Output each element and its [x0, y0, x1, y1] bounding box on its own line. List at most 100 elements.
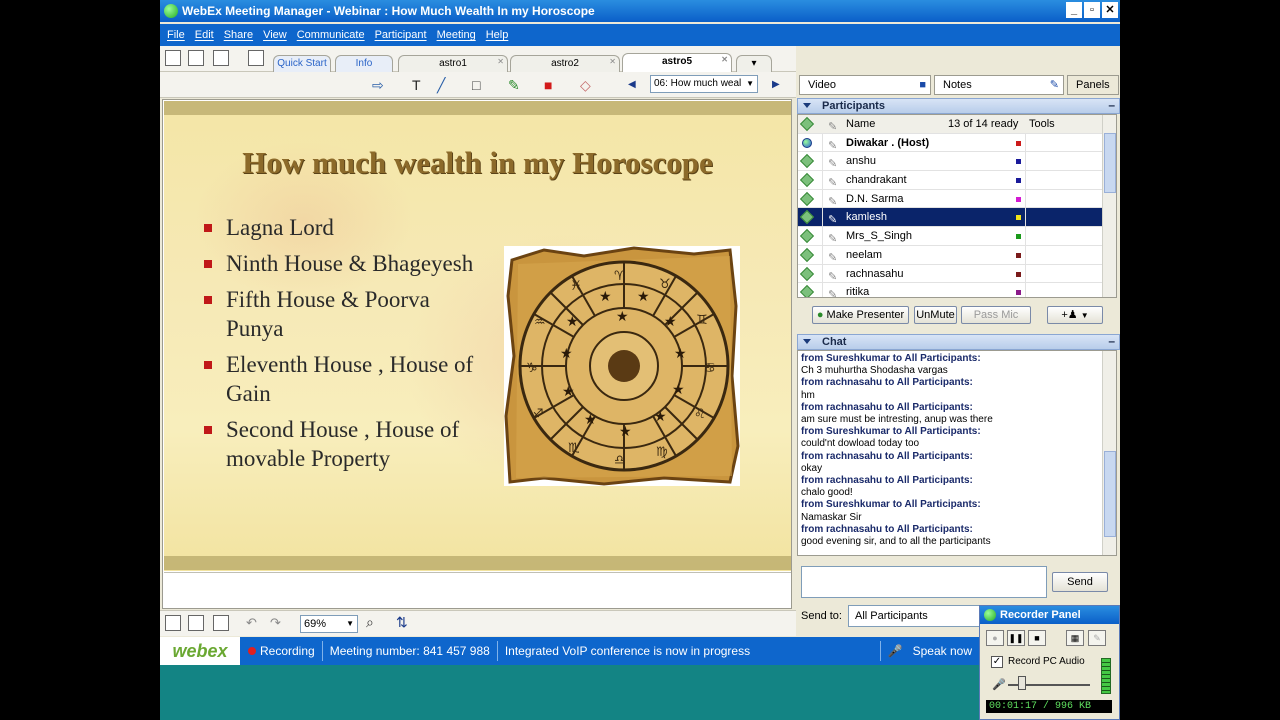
microphone-icon[interactable]: 🎤: [888, 644, 903, 658]
eraser-icon[interactable]: ◇: [580, 77, 591, 94]
participant-scrollbar[interactable]: [1102, 115, 1116, 297]
previous-slide-icon[interactable]: ◀: [628, 79, 636, 90]
audio-level-meter: [1101, 658, 1111, 694]
participant-row[interactable]: ✎ Diwakar . (Host): [798, 133, 1116, 153]
chat-input[interactable]: [801, 566, 1047, 598]
participant-row[interactable]: ✎ neelam: [798, 245, 1116, 265]
close-tab-icon[interactable]: ✕: [609, 54, 616, 69]
send-button[interactable]: Send: [1052, 572, 1108, 592]
tab-astro2[interactable]: astro2 ✕: [510, 55, 620, 72]
participant-row[interactable]: ✎ Mrs_S_Singh: [798, 227, 1116, 246]
menu-help[interactable]: Help: [486, 29, 509, 41]
recorder-settings-icon[interactable]: ▦: [1066, 630, 1084, 646]
new-whiteboard-icon[interactable]: [188, 50, 204, 66]
annotation-color-swatch: [1016, 196, 1021, 202]
svg-text:★: ★: [664, 314, 677, 330]
panels-menu-button[interactable]: Panels ▼: [1067, 75, 1119, 108]
participant-name: Diwakar . (Host): [846, 136, 930, 149]
record-pc-audio-checkbox[interactable]: ✓: [991, 656, 1003, 668]
pass-mic-button[interactable]: Pass Mic: [961, 306, 1031, 324]
menu-share[interactable]: Share: [224, 29, 253, 41]
tools-cell: [1025, 227, 1103, 246]
zoom-selector[interactable]: 69% ▼: [300, 615, 358, 633]
close-button[interactable]: ✕: [1102, 2, 1118, 18]
zodiac-chart-image: ★ ★ ★ ★ ★ ★ ★ ★ ★ ★ ★ ★ ♈ ♉ ♊ ♋ ♌ ♍ ♎ ♏ ♐ ♑ ♒ ♓: [504, 246, 740, 486]
tab-info[interactable]: Info: [335, 55, 393, 72]
tab-list-dropdown[interactable]: ▾: [736, 55, 772, 72]
menu-participant[interactable]: Participant: [375, 29, 427, 41]
add-participant-button[interactable]: +♟ ▼: [1047, 306, 1103, 324]
menu-edit[interactable]: Edit: [195, 29, 214, 41]
participant-actions: ● Make Presenter UnMute Pass Mic +♟ ▼: [797, 300, 1120, 330]
menu-view[interactable]: View: [263, 29, 287, 41]
svg-text:★: ★: [619, 424, 632, 440]
svg-text:♓: ♓: [570, 279, 582, 294]
chat-panel-header[interactable]: Chat –: [797, 334, 1120, 350]
rotate-right-icon[interactable]: ↷: [270, 615, 281, 631]
participant-row[interactable]: ✎ kamlesh: [798, 208, 1116, 228]
pass-mic-label: Pass Mic: [973, 309, 1019, 321]
annotate-icon[interactable]: [248, 50, 264, 66]
slide-selector[interactable]: 06: How much weal ▼: [650, 75, 758, 93]
line-tool-icon[interactable]: ╱: [437, 77, 445, 94]
video-panel-button[interactable]: Video ■: [799, 75, 931, 95]
unmute-button[interactable]: UnMute: [914, 306, 957, 324]
pause-button[interactable]: ❚❚: [1007, 630, 1025, 646]
status-bar: webex Recording Meeting number: 841 457 …: [160, 637, 1120, 665]
list-view-icon[interactable]: [188, 615, 204, 631]
send-to-select[interactable]: All Participants: [848, 605, 980, 627]
full-screen-icon[interactable]: [213, 50, 229, 66]
zoom-value: 69%: [304, 618, 327, 630]
participants-panel-header[interactable]: Participants –: [797, 98, 1120, 114]
name-column-header[interactable]: Name: [846, 115, 875, 133]
close-tab-icon[interactable]: ✕: [721, 52, 728, 67]
menu-file[interactable]: File: [167, 29, 185, 41]
thumbnail-view-icon[interactable]: [165, 615, 181, 631]
chat-scrollbar[interactable]: [1102, 351, 1116, 555]
menu-meeting[interactable]: Meeting: [437, 29, 476, 41]
tools-cell: [1025, 245, 1103, 264]
record-button[interactable]: ●: [986, 630, 1004, 646]
new-document-icon[interactable]: [165, 50, 181, 66]
minimize-panel-icon[interactable]: –: [1108, 334, 1115, 348]
color-picker-icon[interactable]: ■: [544, 77, 552, 93]
maximize-button[interactable]: ▫: [1084, 2, 1100, 18]
text-tool-icon[interactable]: T: [412, 77, 421, 93]
sync-view-icon[interactable]: ⇅: [396, 614, 408, 631]
recorder-options-icon[interactable]: ✎: [1088, 630, 1106, 646]
tab-astro5[interactable]: astro5 ✕: [622, 53, 732, 72]
minimize-panel-icon[interactable]: –: [1108, 98, 1115, 112]
next-slide-icon[interactable]: ▶: [772, 79, 780, 90]
menu-communicate[interactable]: Communicate: [297, 29, 365, 41]
scroll-thumb[interactable]: [1104, 133, 1116, 193]
participant-name: D.N. Sarma: [846, 192, 904, 205]
video-camera-icon: ■: [919, 79, 926, 91]
status-separator: [496, 641, 498, 661]
stop-button[interactable]: ■: [1028, 630, 1046, 646]
collapse-arrow-icon[interactable]: [803, 103, 811, 108]
notes-panel-button[interactable]: Notes ✎: [934, 75, 1064, 95]
chat-message: am sure must be intresting, anup was the…: [801, 414, 993, 426]
close-tab-icon[interactable]: ✕: [497, 54, 504, 69]
scroll-thumb[interactable]: [1104, 451, 1116, 537]
rectangle-tool-icon[interactable]: □: [472, 77, 480, 93]
tab-astro1[interactable]: astro1 ✕: [398, 55, 508, 72]
highlighter-icon[interactable]: ✎: [508, 77, 520, 94]
annotation-color-swatch: [1016, 140, 1021, 146]
participant-row[interactable]: ✎ rachnasahu: [798, 264, 1116, 284]
minimize-button[interactable]: _: [1066, 2, 1082, 18]
zoom-icon[interactable]: ⌕: [366, 614, 374, 631]
participant-name: anshu: [846, 155, 876, 168]
tab-quick-start[interactable]: Quick Start: [273, 55, 331, 72]
participant-row[interactable]: ✎ anshu: [798, 152, 1116, 172]
rotate-left-icon[interactable]: ↶: [246, 615, 257, 631]
make-presenter-button[interactable]: ● Make Presenter: [812, 306, 909, 324]
participant-row[interactable]: ✎ chandrakant: [798, 171, 1116, 190]
layout-view-icon[interactable]: [213, 615, 229, 631]
participant-row[interactable]: ✎ D.N. Sarma: [798, 189, 1116, 209]
pointer-icon[interactable]: ⇨: [372, 77, 384, 94]
collapse-arrow-icon[interactable]: [803, 339, 811, 344]
participant-row[interactable]: ✎ ritika: [798, 283, 1116, 297]
volume-slider-thumb[interactable]: [1018, 676, 1026, 690]
tools-column-header: Tools: [1029, 118, 1055, 130]
